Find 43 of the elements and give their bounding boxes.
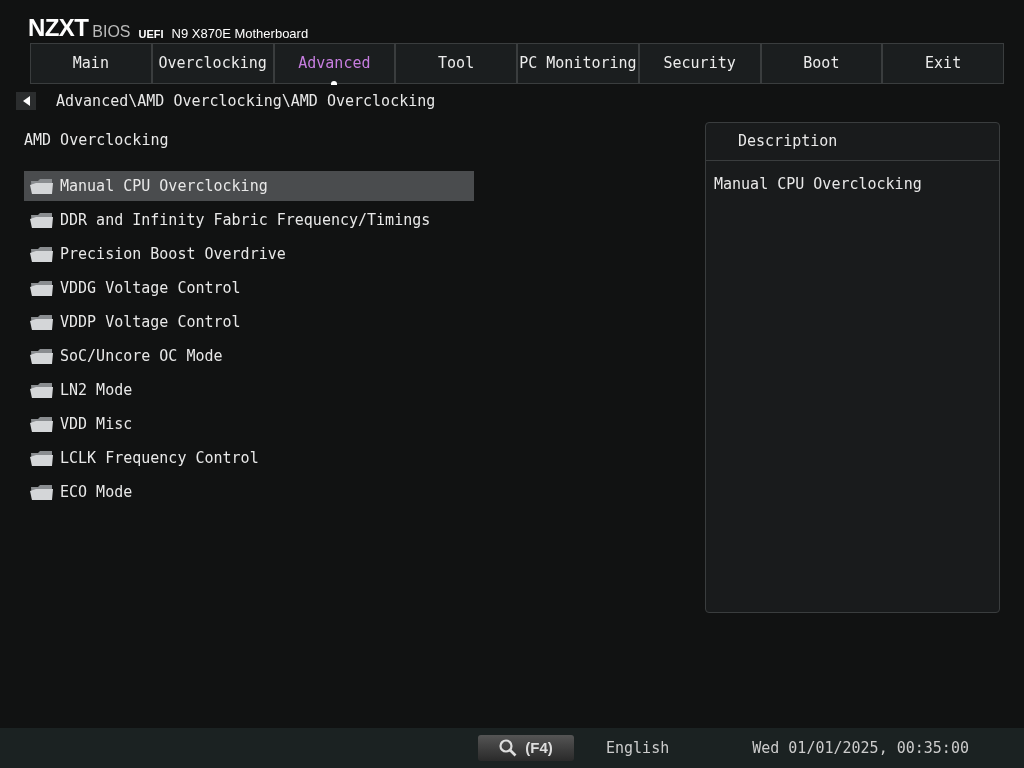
menu-item[interactable]: SoC/Uncore OC Mode <box>24 341 474 371</box>
folder-icon <box>30 177 54 195</box>
breadcrumb: Advanced\AMD Overclocking\AMD Overclocking <box>56 90 436 112</box>
folder-icon <box>30 313 54 331</box>
menu-item[interactable]: LCLK Frequency Control <box>24 443 474 473</box>
tab[interactable]: Overclocking <box>151 43 274 84</box>
active-indicator-icon <box>331 81 338 85</box>
menu-item[interactable]: Manual CPU Overclocking <box>24 171 474 201</box>
folder-icon <box>30 415 54 433</box>
brand-logo: NZXT <box>28 16 89 40</box>
search-button[interactable]: (F4) <box>478 735 574 761</box>
menu-item[interactable]: VDD Misc <box>24 409 474 439</box>
folder-icon <box>30 483 54 501</box>
back-button[interactable] <box>16 92 36 110</box>
bios-label: BIOS <box>92 24 131 40</box>
language-selector[interactable]: English <box>606 736 670 760</box>
menu-item[interactable]: LN2 Mode <box>24 375 474 405</box>
folder-icon <box>30 381 54 399</box>
back-arrow-icon <box>22 96 30 106</box>
menu-item[interactable]: DDR and Infinity Fabric Frequency/Timings <box>24 205 474 235</box>
tab[interactable]: Main <box>30 43 152 84</box>
tab[interactable]: Security <box>638 43 761 84</box>
tab[interactable]: Advanced <box>273 43 396 84</box>
model-name: N9 X870E Motherboard <box>171 27 309 40</box>
menu-item[interactable]: VDDP Voltage Control <box>24 307 474 337</box>
tab[interactable]: Boot <box>760 43 883 84</box>
menu-item[interactable]: VDDG Voltage Control <box>24 273 474 303</box>
tab[interactable]: PC Monitoring <box>517 43 639 84</box>
section-title: AMD Overclocking <box>24 130 170 151</box>
search-icon <box>499 739 518 757</box>
date-time: Wed 01/01/2025, 00:35:00 <box>752 737 969 759</box>
folder-icon <box>30 449 54 467</box>
menu-item[interactable]: ECO Mode <box>24 477 474 507</box>
description-text: Manual CPU Overclocking <box>713 174 923 195</box>
menu-item[interactable]: Precision Boost Overdrive <box>24 239 474 269</box>
tab[interactable]: Exit <box>882 43 1004 84</box>
uefi-label: UEFI <box>138 29 164 40</box>
folder-icon <box>30 279 54 297</box>
tab[interactable]: Tool <box>395 43 517 84</box>
folder-icon <box>30 211 54 229</box>
folder-icon <box>30 347 54 365</box>
description-title: Description <box>738 131 838 153</box>
folder-icon <box>30 245 54 263</box>
